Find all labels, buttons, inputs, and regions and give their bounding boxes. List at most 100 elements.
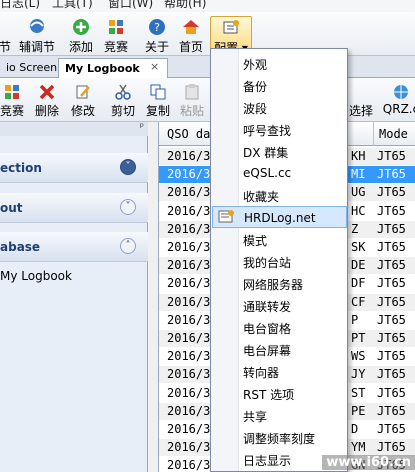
menu-item-label: 呼号查找: [243, 124, 292, 138]
menu-item-2[interactable]: 波段: [212, 96, 347, 118]
paste-icon: [185, 84, 199, 100]
menu-item-17[interactable]: 调整频率刻度: [212, 426, 347, 448]
ribbon-button-tuning[interactable]: 辅调节: [14, 16, 60, 56]
menu-tools[interactable]: 工具(T): [52, 0, 93, 11]
cell-mode: JT65: [377, 167, 406, 182]
navigation-pane: ᵖ ection ˅ out ˅ abase ˄ My Logbook: [0, 122, 148, 472]
menu-item-label: eQSL.cc: [243, 166, 292, 180]
column-header-mode[interactable]: Mode: [379, 127, 408, 141]
ribbon-button-home[interactable]: 首页: [176, 16, 206, 56]
edit-button[interactable]: 修改: [68, 82, 98, 118]
menu-item-label: HRDLog.net: [244, 211, 316, 225]
menu-item-label: 收藏夹: [243, 190, 280, 204]
cell-qso-date: 2016/3: [167, 312, 211, 327]
menu-window[interactable]: 窗口(W): [108, 0, 153, 11]
menu-item-label: 电台窗格: [243, 322, 292, 336]
cell-mode: JT65: [377, 349, 406, 364]
cell-mode: JT65: [377, 240, 406, 254]
menu-item-label: RST 选项: [243, 388, 295, 402]
logbook-item[interactable]: My Logbook: [0, 269, 72, 283]
close-icon[interactable]: ×: [150, 60, 159, 73]
cell-qso-date: 2016/3: [167, 149, 211, 163]
cell-call-fragment: PT: [351, 331, 366, 345]
contest-button[interactable]: 竞赛: [0, 82, 26, 118]
menu-item-15[interactable]: RST 选项: [212, 382, 347, 404]
section-header-2[interactable]: out ˅: [0, 193, 148, 223]
cell-mode: JT65: [377, 221, 406, 236]
select-button[interactable]: 选择: [344, 82, 378, 118]
chevron-down-icon[interactable]: ˅: [120, 159, 136, 175]
menu-item-5[interactable]: eQSL.cc: [212, 162, 347, 184]
add-icon: [73, 19, 89, 35]
menu-item-4[interactable]: DX 群集: [212, 140, 347, 162]
cell-mode: JT65: [377, 422, 406, 436]
cell-qso-date: 2016/3: [167, 422, 211, 436]
contest-icon: [5, 85, 19, 99]
menu-item-label: 转向器: [243, 366, 280, 380]
menu-item-12[interactable]: 电台窗格: [212, 316, 347, 338]
cell-call-fragment: JY: [351, 367, 366, 382]
cell-qso-date: 2016/3: [167, 349, 211, 364]
qrz-button[interactable]: QRZ.c: [381, 82, 415, 118]
help-icon: ?: [149, 19, 165, 35]
cell-mode: JT65: [377, 440, 406, 455]
cell-qso-date: 2016/3: [167, 385, 211, 400]
menu-item-9[interactable]: 我的台站: [212, 250, 347, 272]
cell-call-fragment: CF: [351, 294, 366, 309]
tab-radio-screen[interactable]: io Screen: [0, 58, 63, 78]
radio-icon: [30, 19, 44, 33]
menu-item-6[interactable]: 收藏夹: [212, 184, 347, 206]
menu-item-label: 备份: [243, 80, 268, 94]
section-header-database[interactable]: abase ˄: [0, 232, 148, 262]
cell-qso-date: 2016/3: [167, 458, 211, 472]
ribbon-button-about[interactable]: ? 关于: [142, 16, 172, 56]
paste-button[interactable]: 粘贴: [177, 82, 207, 118]
cut-button[interactable]: 剪切: [108, 82, 138, 118]
ribbon-button-partial[interactable]: 节: [0, 16, 12, 56]
chevron-down-icon[interactable]: ˅: [120, 199, 136, 215]
menu-log[interactable]: 日志(L): [0, 0, 40, 11]
cell-qso-date: 2016/3: [167, 258, 211, 273]
column-header-qso-date[interactable]: QSO da: [167, 127, 210, 141]
copy-button[interactable]: 复制: [143, 82, 173, 118]
cell-mode: JT65: [377, 331, 406, 345]
cell-mode: JT65: [377, 185, 406, 200]
cell-qso-date: 2016/3: [167, 331, 211, 345]
menu-item-10[interactable]: 网络服务器: [212, 272, 347, 294]
menu-item-label: 调整频率刻度: [243, 432, 316, 446]
pin-icon[interactable]: ᵖ: [140, 122, 144, 133]
delete-button[interactable]: 删除: [32, 82, 62, 118]
hrdlog-icon: [218, 210, 234, 223]
cell-mode: JT65: [377, 149, 406, 163]
chevron-up-icon[interactable]: ˄: [120, 238, 136, 254]
menu-item-13[interactable]: 电台屏幕: [212, 338, 347, 360]
menu-item-8[interactable]: 模式: [212, 228, 347, 250]
ribbon-button-add[interactable]: 添加: [66, 16, 96, 56]
logbook-toolbar: 竞赛 删除 修改 剪切 复制 粘贴 选择 QRZ.c: [0, 78, 415, 122]
menu-item-7[interactable]: HRDLog.net: [212, 206, 347, 228]
cell-call-fragment: DE: [351, 258, 366, 273]
menu-item-1[interactable]: 备份: [212, 74, 347, 96]
menu-help[interactable]: 帮助(H): [164, 0, 206, 11]
cell-mode: JT65: [377, 203, 406, 218]
menu-item-16[interactable]: 共享: [212, 404, 347, 426]
menu-item-14[interactable]: 转向器: [212, 360, 347, 382]
menu-item-label: 我的台站: [243, 256, 292, 270]
menu-item-11[interactable]: 通联转发: [212, 294, 347, 316]
cell-call-fragment: DF: [351, 276, 366, 291]
cell-call-fragment: UG: [351, 185, 366, 200]
ribbon-button-contest[interactable]: 竞赛: [101, 16, 131, 56]
ribbon-toolbar: 节 辅调节 添加 竞赛 ? 关于 首页 配置 ▾: [0, 12, 415, 56]
cell-call-fragment: KH: [351, 149, 366, 163]
cell-mode: JT65: [377, 367, 406, 382]
menu-item-0[interactable]: 外观: [212, 52, 347, 74]
cell-qso-date: 2016/3: [167, 440, 211, 455]
cell-call-fragment: WS: [351, 349, 366, 364]
menu-item-3[interactable]: 呼号查找: [212, 118, 347, 140]
watermark: www.i60.cn: [322, 455, 415, 470]
menu-item-label: 共享: [243, 410, 268, 424]
edit-icon: [76, 85, 90, 99]
cell-call-fragment: Z: [351, 221, 359, 236]
section-header-1[interactable]: ection ˅: [0, 153, 148, 183]
cell-qso-date: 2016/3: [167, 276, 211, 291]
